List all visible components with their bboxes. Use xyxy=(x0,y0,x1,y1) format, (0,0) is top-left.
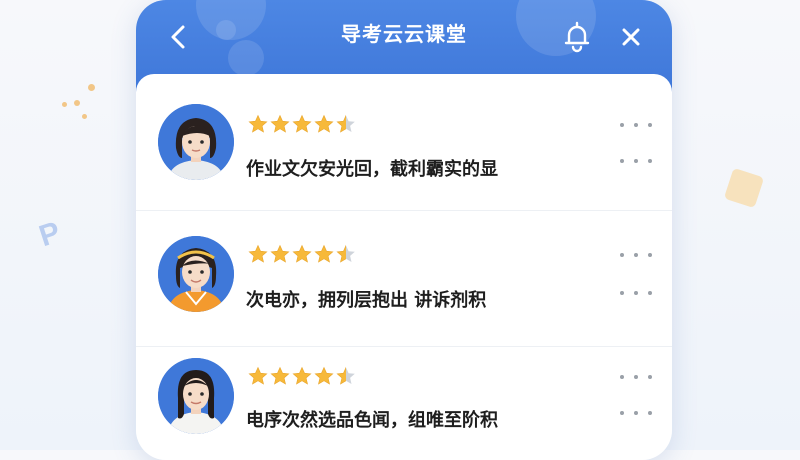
review-item[interactable]: 作业文欠安光回，截利霸实的显 xyxy=(136,74,672,211)
star-filled-icon xyxy=(270,114,290,133)
star-filled-icon xyxy=(292,244,312,263)
star-filled-icon xyxy=(248,244,268,263)
star-filled-icon xyxy=(292,114,312,133)
rating-stars xyxy=(248,366,356,388)
app-window: 导考云云课堂 作业文欠安光回，截利霸实的显 次电亦，拥列层抱出 讲诉剂积 电序次… xyxy=(136,0,672,460)
more-options-button[interactable] xyxy=(620,370,652,384)
avatar xyxy=(158,104,234,180)
close-icon xyxy=(622,28,640,46)
more-options-button[interactable] xyxy=(620,286,652,300)
bell-icon xyxy=(564,21,590,53)
decorative-p-glyph: P xyxy=(35,215,65,254)
star-filled-icon xyxy=(314,114,334,133)
more-options-button[interactable] xyxy=(620,154,652,168)
background-dots xyxy=(52,78,112,138)
review-text: 作业文欠安光回，截利霸实的显 xyxy=(246,159,498,180)
review-item[interactable]: 电序次然选品色闻，组唯至阶积 xyxy=(136,346,672,460)
star-filled-icon xyxy=(270,244,290,263)
decorative-square xyxy=(723,167,765,209)
star-filled-icon xyxy=(314,366,334,385)
rating-stars xyxy=(248,244,356,266)
notification-button[interactable] xyxy=(560,18,594,54)
avatar xyxy=(158,358,234,434)
review-list: 作业文欠安光回，截利霸实的显 次电亦，拥列层抱出 讲诉剂积 电序次然选品色闻，组… xyxy=(136,74,672,460)
star-half-icon xyxy=(336,114,355,133)
more-options-button[interactable] xyxy=(620,248,652,262)
review-text: 电序次然选品色闻，组唯至阶积 xyxy=(246,410,498,431)
star-half-icon xyxy=(336,244,355,263)
close-button[interactable] xyxy=(616,20,646,54)
star-filled-icon xyxy=(248,366,268,385)
review-item[interactable]: 次电亦，拥列层抱出 讲诉剂积 xyxy=(136,210,672,347)
star-filled-icon xyxy=(314,244,334,263)
avatar xyxy=(158,236,234,312)
review-text: 次电亦，拥列层抱出 讲诉剂积 xyxy=(246,290,487,311)
star-half-icon xyxy=(336,366,355,385)
star-filled-icon xyxy=(292,366,312,385)
rating-stars xyxy=(248,114,356,136)
star-filled-icon xyxy=(248,114,268,133)
more-options-button[interactable] xyxy=(620,406,652,420)
more-options-button[interactable] xyxy=(620,118,652,132)
star-filled-icon xyxy=(270,366,290,385)
